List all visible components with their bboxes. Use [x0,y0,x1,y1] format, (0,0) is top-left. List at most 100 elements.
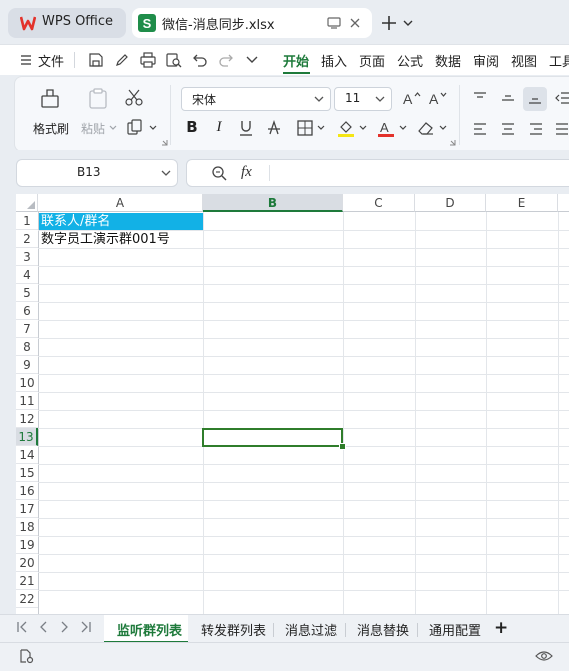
macro-record-icon[interactable] [18,648,34,664]
font-size-select[interactable]: 11 [334,87,392,111]
align-right-icon[interactable] [529,123,543,135]
format-painter-icon[interactable] [39,87,61,109]
menu-page[interactable]: 页面 [359,51,385,70]
column-header-c[interactable]: C [343,194,415,212]
row-header-22[interactable]: 22 [16,590,38,608]
copy-icon[interactable] [127,119,143,135]
row-header-6[interactable]: 6 [16,302,38,320]
align-center-icon[interactable] [501,123,515,135]
print-icon[interactable] [140,52,156,68]
increase-font-size-icon[interactable]: A [403,90,421,106]
row-header-14[interactable]: 14 [16,446,38,464]
indent-icon[interactable] [555,92,569,104]
clear-format-icon[interactable] [417,120,435,136]
fill-color-chevron-icon[interactable] [359,125,367,131]
active-cell-b13[interactable] [202,428,343,447]
previous-sheet-icon[interactable] [38,620,48,634]
paste-options-chevron-icon[interactable] [109,125,117,131]
align-middle-icon[interactable] [501,92,515,104]
row-header-17[interactable]: 17 [16,500,38,518]
decrease-font-size-icon[interactable]: A [429,90,447,106]
column-header-a[interactable]: A [38,194,203,212]
first-sheet-icon[interactable] [16,620,28,634]
cell-a2[interactable]: 数字员工演示群001号 [39,231,203,248]
menu-review[interactable]: 审阅 [473,51,499,70]
tab-list-chevron-icon[interactable] [403,19,413,27]
row-header-1[interactable]: 1 [16,212,38,230]
next-sheet-icon[interactable] [60,620,70,634]
quick-access-more-icon[interactable] [246,56,258,64]
document-tab[interactable]: S 微信-消息同步.xlsx [132,8,372,38]
close-tab-icon[interactable] [348,16,362,30]
row-header-11[interactable]: 11 [16,392,38,410]
font-color-chevron-icon[interactable] [399,125,407,131]
sheet-tab-message-filter[interactable]: 消息过滤 [285,620,337,639]
strikethrough-icon[interactable] [267,120,281,136]
cut-icon[interactable] [125,89,143,107]
row-header-15[interactable]: 15 [16,464,38,482]
bold-icon[interactable]: B [180,115,204,139]
borders-chevron-icon[interactable] [317,125,325,131]
row-header-18[interactable]: 18 [16,518,38,536]
window-mode-icon[interactable] [327,16,341,30]
row-header-5[interactable]: 5 [16,284,38,302]
row-header-8[interactable]: 8 [16,338,38,356]
font-color-icon[interactable]: A [377,119,395,137]
column-header-e[interactable]: E [486,194,558,212]
zoom-search-icon[interactable] [211,165,227,181]
undo-icon[interactable] [192,52,208,68]
clipboard-group-expand-icon[interactable] [161,139,168,146]
row-header-12[interactable]: 12 [16,410,38,428]
borders-icon[interactable] [297,120,313,136]
menu-view[interactable]: 视图 [511,51,537,70]
sheet-tab-message-replace[interactable]: 消息替换 [357,620,409,639]
select-all-corner[interactable] [16,194,38,212]
row-header-3[interactable]: 3 [16,248,38,266]
sheet-tab-general-config[interactable]: 通用配置 [429,620,481,639]
print-preview-icon[interactable] [166,52,182,68]
menu-file[interactable]: 文件 [38,51,64,70]
align-bottom-button[interactable] [523,87,547,111]
fill-handle[interactable] [339,443,346,450]
row-header-13[interactable]: 13 [16,428,38,446]
name-box-chevron-icon[interactable] [161,170,171,177]
row-header-21[interactable]: 21 [16,572,38,590]
new-tab-icon[interactable] [381,15,397,31]
font-group-expand-icon[interactable] [449,139,456,146]
paste-icon[interactable] [87,87,109,109]
row-header-19[interactable]: 19 [16,536,38,554]
menu-home[interactable]: 开始 [283,51,309,70]
column-header-d[interactable]: D [415,194,486,212]
column-header-f[interactable] [558,194,569,212]
italic-icon[interactable]: I [207,115,231,139]
copy-options-chevron-icon[interactable] [149,125,157,131]
row-header-10[interactable]: 10 [16,374,38,392]
wps-home-tab[interactable]: WPS Office [8,8,126,38]
row-header-20[interactable]: 20 [16,554,38,572]
row-header-2[interactable]: 2 [16,230,38,248]
add-sheet-icon[interactable]: + [494,618,508,638]
save-icon[interactable] [88,52,104,68]
edit-pen-icon[interactable] [114,52,130,68]
align-left-icon[interactable] [473,123,487,135]
redo-icon[interactable] [218,52,234,68]
menu-insert[interactable]: 插入 [321,51,347,70]
name-box[interactable]: B13 [16,159,178,187]
sheet-tab-forward-groups[interactable]: 转发群列表 [201,620,266,639]
justify-icon[interactable] [555,123,569,135]
row-header-4[interactable]: 4 [16,266,38,284]
spreadsheet-grid[interactable]: A B C D E 1 2 3 4 5 6 7 8 9 10 11 12 13 … [16,194,569,614]
menu-tools[interactable]: 工具 [549,51,569,70]
menu-data[interactable]: 数据 [435,51,461,70]
sheet-tab-listen-groups[interactable]: 监听群列表 [117,620,182,639]
row-header-16[interactable]: 16 [16,482,38,500]
row-header-7[interactable]: 7 [16,320,38,338]
view-mode-eye-icon[interactable] [535,649,553,663]
paste-label[interactable]: 粘贴 [81,120,105,137]
underline-icon[interactable] [239,120,253,136]
function-fx-icon[interactable]: fx [241,164,252,181]
cell-a1[interactable]: 联系人/群名 [39,213,203,230]
row-header-9[interactable]: 9 [16,356,38,374]
fill-color-icon[interactable] [337,119,355,137]
align-top-icon[interactable] [473,92,487,104]
